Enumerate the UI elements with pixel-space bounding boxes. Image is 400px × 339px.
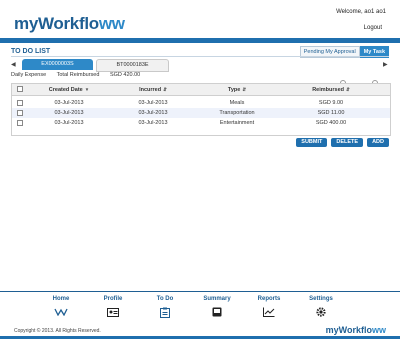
line-chart-icon bbox=[244, 306, 294, 318]
footer-logo-waves: ᴡᴡ bbox=[371, 325, 386, 335]
add-button[interactable]: ADD bbox=[367, 138, 389, 147]
logo-waves: ᴡᴡ bbox=[98, 14, 125, 33]
nav-todo[interactable]: To Do bbox=[140, 296, 190, 318]
table-row[interactable]: 03-Jul-2013 03-Jul-2013 Entertainment SG… bbox=[12, 118, 390, 128]
total-reimbursed-label: Total Reimbursed bbox=[56, 72, 100, 78]
title-divider bbox=[11, 56, 389, 57]
table-header-row: Created Date ▼ Incurred ⇵ Type ⇵ Reimbursed… bbox=[12, 84, 390, 96]
nav-reports[interactable]: Reports bbox=[244, 296, 294, 318]
submit-button[interactable]: SUBMIT bbox=[296, 138, 328, 147]
row-checkbox[interactable] bbox=[16, 109, 23, 116]
cell-created-date: 03-Jul-2013 bbox=[54, 100, 84, 106]
expense-table: Created Date ▼ Incurred ⇵ Type ⇵ Reimbursed… bbox=[11, 83, 391, 136]
action-buttons: SUBMIT DELETE ADD bbox=[296, 138, 389, 147]
cell-created-date: 03-Jul-2013 bbox=[54, 120, 84, 126]
cell-incurred: 03-Jul-2013 bbox=[138, 110, 168, 116]
header-bar bbox=[0, 38, 400, 43]
cell-type: Transportation bbox=[219, 110, 255, 116]
expense-summary: Daily Expense Total Reimbursed SGD 420.0… bbox=[11, 72, 149, 78]
cell-created-date: 03-Jul-2013 bbox=[54, 110, 84, 116]
book-icon bbox=[192, 306, 242, 318]
table-row[interactable]: 03-Jul-2013 03-Jul-2013 Transportation S… bbox=[12, 108, 390, 118]
tab-prev-arrow-icon[interactable]: ◀ bbox=[11, 61, 16, 68]
tab-ex0000003s[interactable]: EX0000003S bbox=[22, 59, 93, 70]
cell-reimbursed: SGD 11.00 bbox=[317, 110, 345, 116]
expense-type: Daily Expense bbox=[11, 72, 47, 78]
nav-settings[interactable]: Settings bbox=[296, 296, 346, 318]
logo-text: myWorkflo bbox=[14, 14, 99, 33]
logout-link[interactable]: Logout bbox=[364, 25, 382, 31]
cell-incurred: 03-Jul-2013 bbox=[138, 120, 168, 126]
table-row[interactable]: 03-Jul-2013 03-Jul-2013 Meals SGD 9.00 bbox=[12, 98, 390, 108]
column-header-created-date[interactable]: Created Date ▼ bbox=[27, 87, 111, 93]
copyright-text: Copyright © 2013. All Rights Reserved. bbox=[14, 328, 101, 334]
cell-reimbursed: SGD 9.00 bbox=[318, 100, 344, 106]
welcome-text: Welcome, ao1 ao1 bbox=[336, 9, 386, 15]
footer-logo-text: myWorkflo bbox=[325, 325, 372, 335]
nav-summary[interactable]: Summary bbox=[192, 296, 242, 318]
nav-profile[interactable]: Profile bbox=[88, 296, 138, 318]
sort-icon: ⇵ bbox=[242, 86, 247, 92]
tab-next-arrow-icon[interactable]: ▶ bbox=[383, 61, 388, 68]
home-wave-icon bbox=[36, 306, 86, 318]
row-checkbox[interactable] bbox=[16, 99, 23, 106]
clipboard-icon bbox=[140, 306, 190, 318]
sort-desc-icon: ▼ bbox=[84, 86, 90, 92]
profile-card-icon bbox=[88, 306, 138, 318]
nav-home[interactable]: Home bbox=[36, 296, 86, 318]
gear-icon bbox=[296, 306, 346, 318]
column-header-incurred[interactable]: Incurred ⇵ bbox=[111, 87, 195, 93]
page-title: TO DO LIST bbox=[11, 48, 51, 55]
delete-button[interactable]: DELETE bbox=[331, 138, 364, 147]
row-checkbox[interactable] bbox=[16, 119, 23, 126]
tab-bt0000183e[interactable]: BT0000183E bbox=[96, 59, 169, 72]
column-header-type[interactable]: Type ⇵ bbox=[195, 87, 279, 93]
cell-incurred: 03-Jul-2013 bbox=[138, 100, 168, 106]
cell-type: Entertainment bbox=[219, 120, 255, 126]
app-header: myWorkfloᴡᴡ Welcome, ao1 ao1 Logout bbox=[0, 0, 400, 43]
sort-icon: ⇵ bbox=[346, 86, 350, 92]
column-header-reimbursed[interactable]: Reimbursed ⇵ bbox=[279, 87, 383, 93]
sort-icon: ⇵ bbox=[163, 86, 167, 92]
footer-logo: myWorkfloᴡᴡ bbox=[326, 325, 386, 335]
total-reimbursed-value: SGD 420.00 bbox=[109, 72, 141, 78]
cell-reimbursed: SGD 400.00 bbox=[315, 120, 347, 126]
app-logo: myWorkfloᴡᴡ bbox=[14, 14, 125, 34]
select-all-checkbox[interactable] bbox=[16, 86, 23, 93]
cell-type: Meals bbox=[229, 100, 245, 106]
